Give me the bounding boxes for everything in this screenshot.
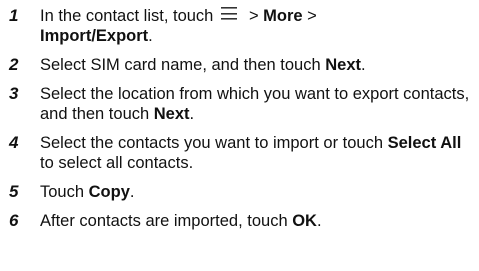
step-text: Touch Copy. [40,182,476,202]
step-number: 5 [9,182,19,201]
next-label: Next [325,56,362,74]
step-end-text: . [189,105,195,123]
menu-icon [221,7,238,20]
step-text: Select SIM card name, and then touch Nex… [40,55,476,75]
step-text: In the contact list, touch > More > Impor… [40,6,476,46]
separator: > [302,7,317,25]
copy-label: Copy [88,183,130,201]
step-number: 1 [9,6,19,25]
select-all-label: Select All [387,134,462,152]
next-label: Next [153,105,190,123]
step-lead-text: Touch [40,183,89,201]
more-label: More [263,7,303,25]
step-end-text: to select all contacts. [40,154,194,172]
step-text: Select the contacts you want to import o… [40,133,476,173]
step-end-text: . [129,183,135,201]
ok-label: OK [292,212,317,230]
step-lead-text: Select the location from which you want … [40,85,470,123]
step-text: Select the location from which you want … [40,84,476,124]
separator: > [244,7,264,25]
step-end-text: . [361,56,366,74]
step-lead-text: Select the contacts you want to import o… [40,134,388,152]
import-export-label: Import/Export [40,27,149,45]
step-end-text: . [148,27,153,45]
step-text: After contacts are imported, touch OK. [40,211,476,231]
step-lead-text: Select SIM card name, and then touch [40,56,326,74]
step-lead-text: In the contact list, touch [40,7,214,25]
step-number: 6 [9,211,19,230]
step-number: 4 [9,133,19,152]
step-number: 2 [9,55,19,74]
step-end-text: . [316,212,322,230]
step-lead-text: After contacts are imported, touch [40,212,293,230]
step-number: 3 [9,84,19,103]
